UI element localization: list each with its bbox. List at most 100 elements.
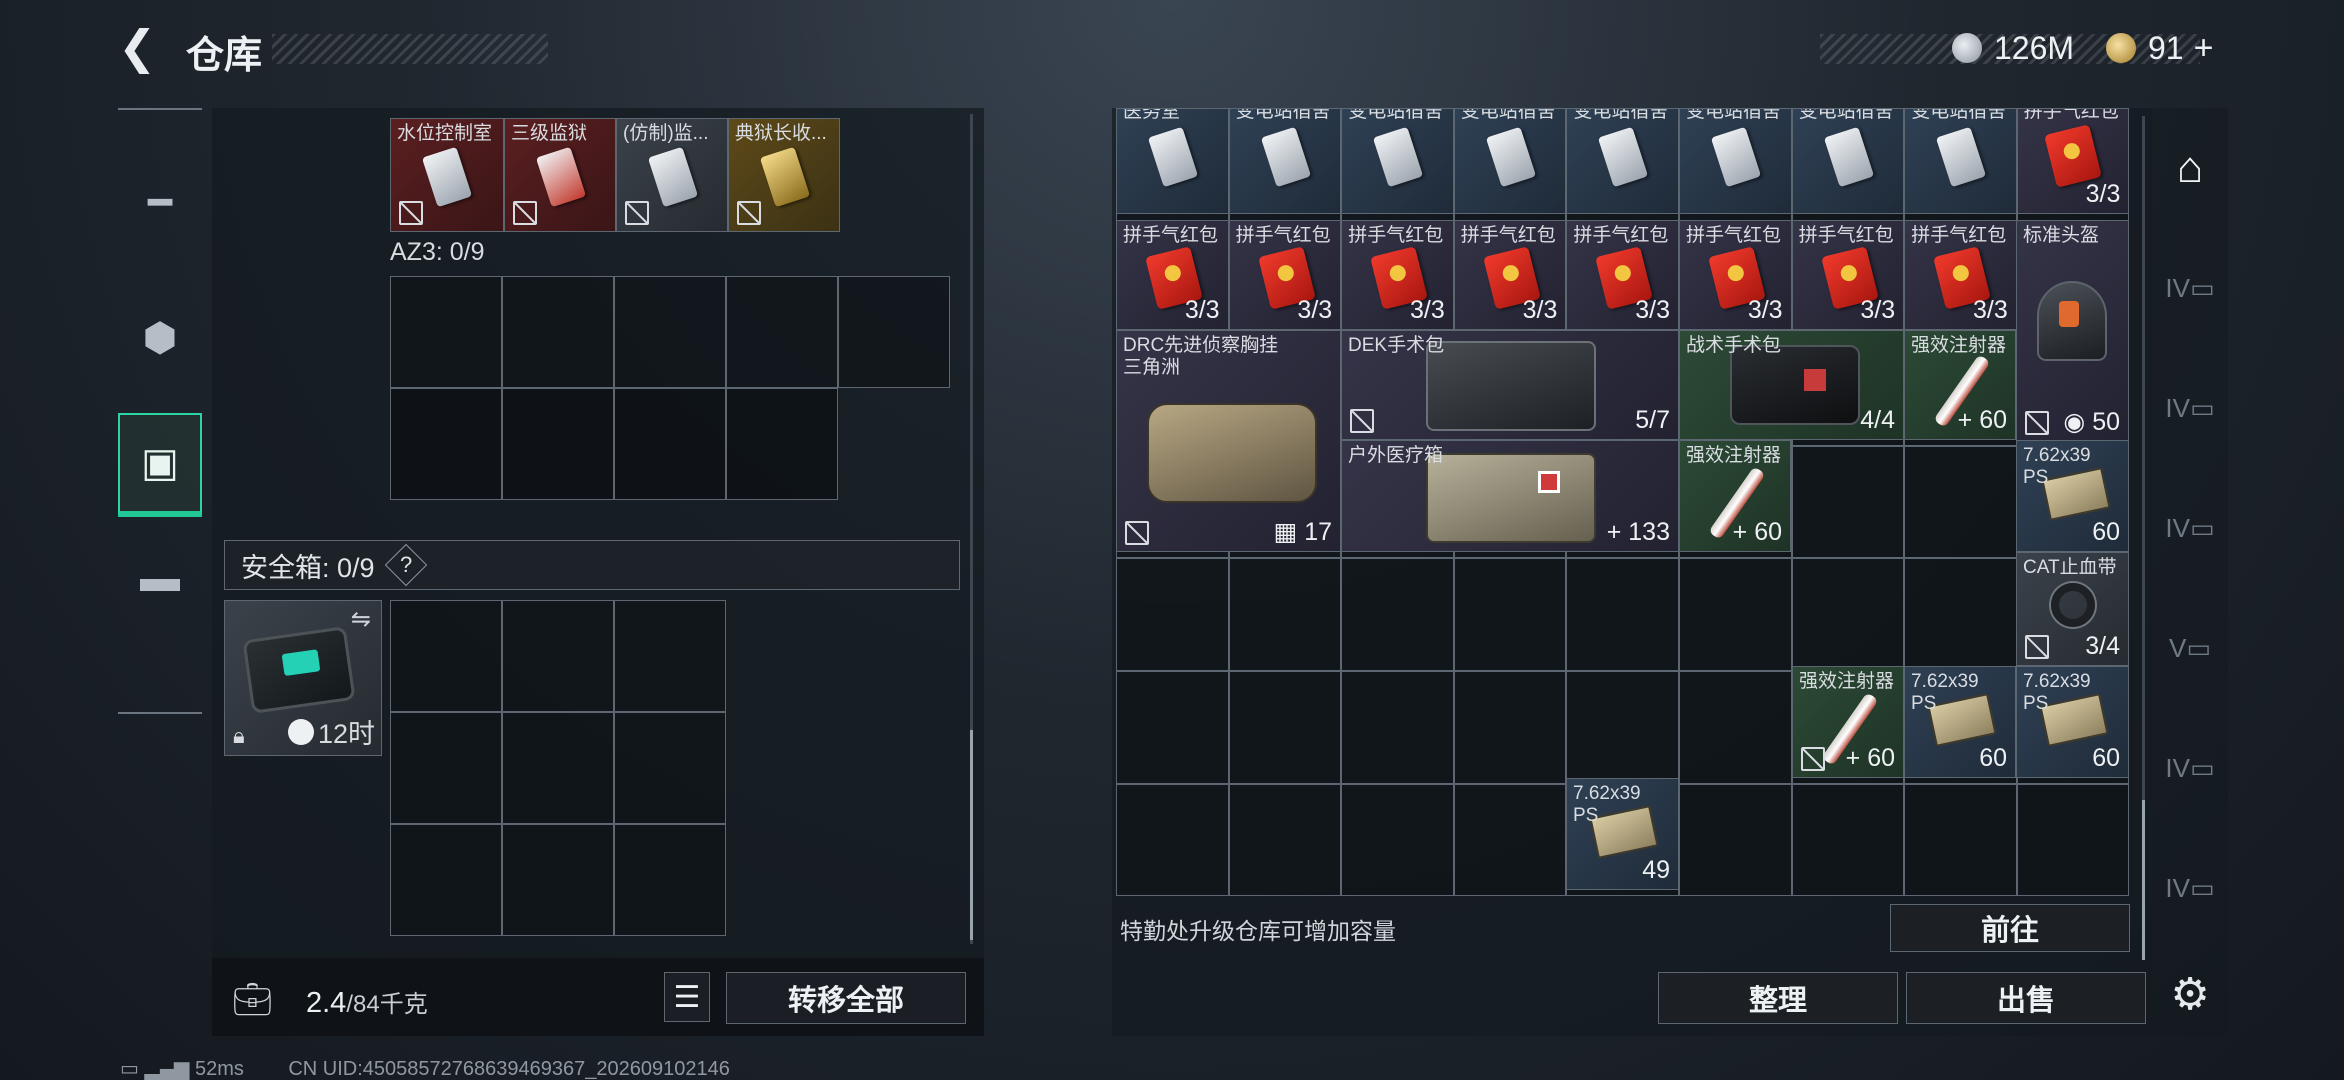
- redpacket-item[interactable]: 拼手气红包 3/3: [1228, 220, 1342, 330]
- right-scrollbar-thumb[interactable]: [2142, 800, 2145, 960]
- grid-cell[interactable]: [2016, 783, 2130, 897]
- grid-cell[interactable]: [1116, 670, 1229, 784]
- currency-silver[interactable]: 126M: [1952, 26, 2074, 70]
- sell-button[interactable]: 出售: [1906, 972, 2146, 1024]
- tactical-kit-item[interactable]: 战术手术包 4/4: [1679, 330, 1904, 440]
- redpacket-item[interactable]: 拼手气红包 3/3: [1566, 220, 1679, 330]
- grid-cell[interactable]: [614, 824, 726, 936]
- grid-cell[interactable]: [1904, 783, 2017, 897]
- storage-ext-tab-icon[interactable]: IV▭: [2152, 468, 2228, 588]
- keycard-item[interactable]: 典狱长收...: [728, 118, 840, 232]
- safebox-item[interactable]: ⇋ 🔒︎ 12时: [224, 600, 382, 756]
- storage-ext-tab-icon[interactable]: IV▭: [2152, 348, 2228, 468]
- grid-cell[interactable]: [726, 276, 838, 388]
- grid-cell[interactable]: [1341, 558, 1454, 671]
- redpacket-item[interactable]: 3/3 拼手气红包: [2016, 108, 2130, 214]
- warehouse-tab-icon[interactable]: ⌂: [2152, 108, 2228, 228]
- sort-button[interactable]: 整理: [1658, 972, 1898, 1024]
- storage-ext-tab-icon[interactable]: IV▭: [2152, 228, 2228, 348]
- keycard-item[interactable]: 变电站宿舍: [1566, 108, 1679, 214]
- grid-cell[interactable]: [390, 276, 502, 388]
- grid-cell[interactable]: [502, 712, 614, 824]
- grid-cell[interactable]: [390, 824, 502, 936]
- ammo-item[interactable]: 7.62x39 PS 49: [1566, 778, 1679, 890]
- grid-cell[interactable]: [1228, 670, 1342, 784]
- grid-cell[interactable]: [614, 276, 726, 388]
- grid-cell[interactable]: [1341, 783, 1454, 897]
- grid-cell[interactable]: [1116, 783, 1229, 897]
- keycard-item[interactable]: 变电站宿舍: [1341, 108, 1454, 214]
- keycard-item[interactable]: 变电站宿舍: [1679, 108, 1792, 214]
- redpacket-item[interactable]: 拼手气红包 3/3: [1791, 220, 1905, 330]
- grid-cell[interactable]: [1228, 558, 1342, 671]
- grid-cell[interactable]: [1228, 783, 1342, 897]
- backpack-icon[interactable]: ▣: [118, 413, 202, 517]
- grid-cell[interactable]: [1453, 558, 1567, 671]
- stim-item[interactable]: 强效注射器 + 60: [1792, 666, 1904, 778]
- transfer-all-button[interactable]: 转移全部: [726, 972, 966, 1024]
- storage-ext-tab-icon[interactable]: V▭: [2152, 588, 2228, 708]
- keycard-item[interactable]: 变电站宿舍: [1791, 108, 1905, 214]
- keycard-item[interactable]: 三级监狱: [504, 118, 616, 232]
- grid-cell[interactable]: [1453, 783, 1567, 897]
- grid-cell[interactable]: [1678, 783, 1792, 897]
- goto-button[interactable]: 前往: [1890, 904, 2130, 952]
- grid-cell[interactable]: [614, 388, 726, 500]
- redpacket-item[interactable]: 拼手气红包 3/3: [1904, 220, 2017, 330]
- case-icon[interactable]: ▬: [118, 528, 202, 628]
- keycard-item[interactable]: 变电站宿舍: [1228, 108, 1342, 214]
- grid-cell[interactable]: [1116, 558, 1229, 671]
- redpacket-item[interactable]: 拼手气红包 3/3: [1116, 220, 1229, 330]
- grid-cell[interactable]: [1566, 670, 1679, 784]
- outdoor-medkit-item[interactable]: 户外医疗箱 + 133: [1341, 440, 1679, 552]
- swap-icon[interactable]: ⇋: [351, 605, 371, 634]
- ammo-item[interactable]: 7.62x39 PS 60: [2016, 666, 2129, 778]
- grid-cell[interactable]: [1791, 783, 1905, 897]
- left-scrollbar-thumb[interactable]: [970, 730, 973, 940]
- chest-rig-item[interactable]: DRC先进侦察胸挂 三角洲 ▦ 17: [1116, 330, 1341, 552]
- grid-cell[interactable]: [726, 388, 838, 500]
- tourniquet-item[interactable]: CAT止血带 3/4: [2016, 552, 2129, 666]
- grid-cell[interactable]: [614, 600, 726, 712]
- surgery-kit-item[interactable]: DEK手术包 5/7: [1341, 330, 1679, 440]
- help-icon[interactable]: ?: [384, 543, 427, 587]
- currency-gold[interactable]: 91 +: [2106, 26, 2213, 70]
- keycard-item[interactable]: 水位控制室: [390, 118, 504, 232]
- keycard-item[interactable]: 医务室: [1116, 108, 1229, 214]
- storage-ext-tab-icon[interactable]: IV▭: [2152, 828, 2228, 948]
- grid-cell[interactable]: [502, 824, 614, 936]
- grid-cell[interactable]: [390, 712, 502, 824]
- stim-item[interactable]: 强效注射器 + 60: [1679, 440, 1791, 552]
- helmet-item[interactable]: 标准头盔 ◉ 50: [2016, 220, 2129, 442]
- grid-cell[interactable]: [390, 388, 502, 500]
- grid-cell[interactable]: [614, 712, 726, 824]
- settings-icon[interactable]: ⚙: [2152, 934, 2228, 1054]
- grid-cell[interactable]: [1904, 445, 2017, 559]
- back-icon[interactable]: ❮: [118, 24, 162, 70]
- add-currency-icon[interactable]: +: [2194, 29, 2214, 68]
- grid-cell[interactable]: [1678, 558, 1792, 671]
- grid-cell[interactable]: [1791, 558, 1905, 671]
- keycard-item[interactable]: 变电站宿舍: [1904, 108, 2017, 214]
- storage-ext-tab-icon[interactable]: IV▭: [2152, 708, 2228, 828]
- keycard-item[interactable]: 变电站宿舍: [1453, 108, 1567, 214]
- redpacket-item[interactable]: 拼手气红包 3/3: [1453, 220, 1567, 330]
- grid-cell[interactable]: [1904, 558, 2017, 671]
- grid-cell[interactable]: [1566, 558, 1679, 671]
- grid-cell[interactable]: [1791, 445, 1905, 559]
- ammo-item[interactable]: 7.62x39 PS 60: [1904, 666, 2016, 778]
- grid-cell[interactable]: [502, 600, 614, 712]
- list-view-icon[interactable]: ☰: [664, 972, 710, 1022]
- keycard-item[interactable]: (仿制)监...: [616, 118, 728, 232]
- grid-cell[interactable]: [838, 276, 950, 388]
- grid-cell[interactable]: [502, 276, 614, 388]
- grid-cell[interactable]: [1678, 670, 1792, 784]
- stim-item[interactable]: 强效注射器 + 60: [1904, 330, 2016, 440]
- grid-cell[interactable]: [502, 388, 614, 500]
- weapon-icon[interactable]: ━: [118, 158, 202, 248]
- redpacket-item[interactable]: 拼手气红包 3/3: [1679, 220, 1792, 330]
- armor-icon[interactable]: ⬢: [118, 288, 202, 388]
- grid-cell[interactable]: [1341, 670, 1454, 784]
- ammo-item[interactable]: 7.62x39 PS 60: [2016, 440, 2129, 552]
- redpacket-item[interactable]: 拼手气红包 3/3: [1341, 220, 1454, 330]
